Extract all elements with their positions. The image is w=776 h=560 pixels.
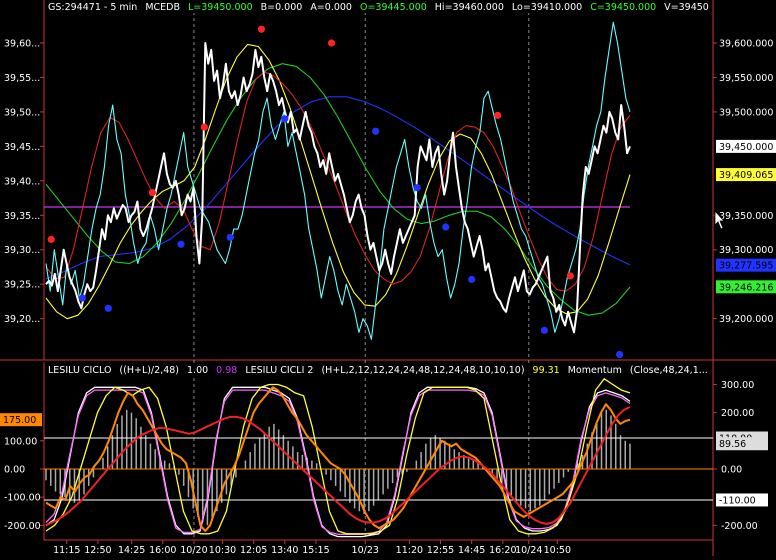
price-header-item: MCEDB [145, 2, 180, 13]
pivot-point-marker [494, 111, 502, 119]
indicator-value-tag: 89.56 [719, 439, 746, 450]
indicator-tick-label-right: 0.00 [721, 464, 742, 475]
y-tick-label-left: 39,35... [4, 211, 40, 222]
y-tick-label-right: 39,600.000 [719, 39, 773, 50]
pivot-point-marker [148, 188, 157, 197]
indicator-tick-label-right: -200.00 [721, 521, 758, 532]
indicator-header-item: Momentum [568, 365, 622, 376]
price-header-item: GS:294471 - 5 min [48, 2, 137, 13]
time-tick-label: 10:30 [209, 545, 236, 556]
indicator-header-item: 0.98 [216, 365, 237, 376]
indicator-tick-label-left: -200.00 [4, 521, 41, 532]
price-header-item: C=39450.000 [590, 2, 656, 13]
time-tick-label: 16:00 [149, 545, 176, 556]
price-header-item: A=0.000 [310, 2, 352, 13]
time-tick-label: 10/24 [515, 545, 542, 556]
time-tick-label: 12:55 [427, 545, 454, 556]
price-header-item: Lo=39410.000 [512, 2, 582, 13]
trading-chart-window: 39,60... 39,55... 39,50... 39,45... 39,40...… [0, 0, 776, 556]
y-tick-label-left: 39,25... [4, 280, 40, 291]
price-header-item: B=0.000 [261, 2, 303, 13]
indicator-tick-label-left: 100.00 [4, 436, 37, 447]
time-tick-label: 11:20 [396, 545, 423, 556]
price-value-tag: 39,277.595 [719, 261, 773, 272]
y-tick-label-left: 39,45... [4, 142, 40, 153]
price-header-item: L=39450.000 [188, 2, 253, 13]
indicator-header-item: (Close,48,24,1... [630, 365, 708, 376]
indicator-header-item: LESILU CICLO [48, 365, 111, 376]
pivot-point-marker [566, 272, 574, 280]
time-tick-label: 12:50 [84, 545, 111, 556]
indicator-tick-label-right: 200.00 [721, 408, 754, 419]
time-tick-label: 16:20 [489, 545, 516, 556]
price-header-item: O=39445.000 [360, 2, 427, 13]
time-tick-label: 14:25 [118, 545, 145, 556]
pivot-point-marker [616, 350, 624, 359]
y-tick-label-left: 39,50... [4, 107, 40, 118]
pivot-point-marker [372, 127, 380, 135]
pivot-point-marker [177, 240, 185, 248]
indicator-header-item: LESILU CICLI 2 [245, 365, 313, 376]
pivot-point-marker [78, 294, 86, 302]
y-tick-label-right: 39,300.000 [719, 245, 773, 256]
price-value-tag: 39,246.216 [719, 282, 773, 293]
time-tick-label: 10:50 [544, 545, 571, 556]
y-tick-label-right: 39,200.000 [719, 314, 773, 325]
price-value-tag: 39,409.065 [719, 170, 773, 181]
time-tick-label: 10/20 [180, 545, 207, 556]
pivot-point-marker [413, 184, 421, 192]
indicator-header-item: 1.00 [187, 365, 208, 376]
indicator-header-item: (H+L,2,12,12,24,24,48,12,24,48,10,10,10) [321, 365, 524, 376]
y-tick-label-right: 39,500.000 [719, 107, 773, 118]
y-tick-label-right: 39,350.000 [719, 211, 773, 222]
time-tick-label: 13:40 [271, 545, 298, 556]
price-value-tag: 39,450.000 [719, 142, 773, 153]
indicator-header-item: 99.31 [533, 365, 560, 376]
pivot-point-marker [104, 304, 112, 312]
y-tick-label-left: 39,40... [4, 176, 40, 187]
indicator-value-tag: 175.00 [3, 415, 36, 426]
y-tick-label-right: 39,550.000 [719, 73, 773, 84]
time-tick-label: 12:05 [240, 545, 267, 556]
pivot-point-marker [468, 275, 476, 283]
indicator-value-tag: -110.00 [719, 495, 756, 506]
indicator-tick-label-right: 300.00 [721, 380, 754, 391]
time-tick-label: 11:15 [53, 545, 80, 556]
pivot-point-marker [47, 235, 55, 244]
time-tick-label: 14:45 [458, 545, 485, 556]
indicator-tick-label-left: -100.00 [4, 493, 41, 504]
indicator-tick-label-left: 0.00 [4, 464, 25, 475]
time-tick-label: 10/23 [352, 545, 379, 556]
pivot-point-marker [226, 233, 234, 241]
y-tick-label-left: 39,20... [4, 314, 40, 325]
indicator-header-item: ((H+L)/2,48) [119, 365, 179, 376]
pivot-point-marker [281, 115, 289, 123]
time-tick-label: 15:15 [302, 545, 329, 556]
pivot-point-marker [327, 39, 336, 47]
y-tick-label-left: 39,60... [4, 39, 40, 50]
price-header-item: V=39450 [664, 2, 709, 13]
price-header-item: Hi=39460.000 [435, 2, 504, 13]
pivot-point-marker [442, 223, 450, 231]
chart-canvas: 39,60... 39,55... 39,50... 39,45... 39,40...… [0, 0, 776, 556]
pivot-point-marker [540, 326, 548, 334]
y-tick-label-left: 39,30... [4, 245, 40, 256]
pivot-point-marker [200, 123, 208, 131]
y-tick-label-left: 39,55... [4, 73, 40, 84]
pivot-point-marker [257, 25, 266, 33]
